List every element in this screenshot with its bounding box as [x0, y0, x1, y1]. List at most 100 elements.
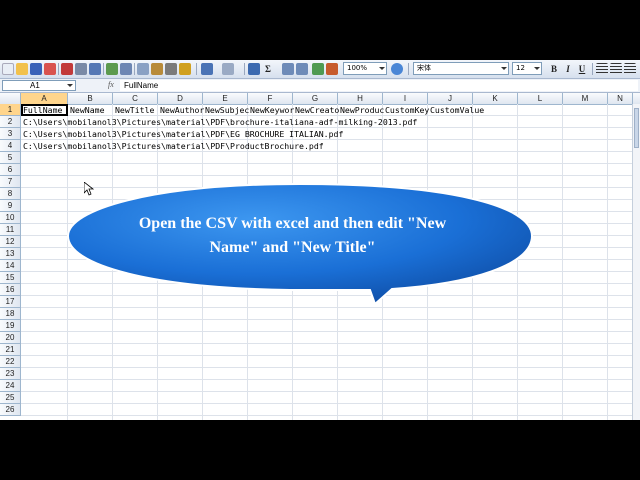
cell-a3[interactable]: C:\Users\mobilanol3\Pictures\material\PD… [22, 128, 623, 140]
undo-icon[interactable] [201, 63, 213, 75]
print-preview-icon[interactable] [75, 63, 87, 75]
formula-bar: A1 fx FullName [0, 79, 640, 93]
cell-b1[interactable]: NewName [69, 104, 114, 116]
autosum-icon[interactable]: Σ [262, 63, 274, 75]
sort-ascending-icon[interactable] [282, 63, 294, 75]
row-header-16[interactable]: 16 [0, 284, 21, 296]
column-header-k[interactable]: K [473, 93, 518, 104]
open-icon[interactable] [16, 63, 28, 75]
column-header-g[interactable]: G [293, 93, 338, 104]
column-header-i[interactable]: I [383, 93, 428, 104]
cell-h1[interactable]: NewProduc [339, 104, 384, 116]
select-all-corner[interactable] [0, 93, 21, 104]
column-header-j[interactable]: J [428, 93, 473, 104]
paste-icon[interactable] [151, 63, 163, 75]
callout-line-1: Open the CSV with excel and then edit "N… [138, 215, 447, 232]
name-box-value: A1 [30, 81, 40, 90]
research-icon[interactable] [106, 63, 118, 75]
cell-f1[interactable]: NewKeywor [249, 104, 294, 116]
excel-window: Σ 100% 宋体 12 B I U A1 fx FullName ABCDEF… [0, 60, 640, 420]
row-header-1[interactable]: 1 [0, 104, 21, 116]
redo-icon[interactable] [222, 63, 234, 75]
font-size-select[interactable]: 12 [512, 62, 542, 75]
row-header-13[interactable]: 13 [0, 248, 21, 260]
cell-a2[interactable]: C:\Users\mobilanol3\Pictures\material\PD… [22, 116, 623, 128]
scroll-thumb[interactable] [634, 108, 639, 148]
callout-line-2: Name" and "New Title" [209, 239, 376, 256]
row-header-6[interactable]: 6 [0, 164, 21, 176]
align-center-icon[interactable] [610, 63, 622, 75]
format-painter-icon[interactable] [179, 63, 191, 75]
column-header-f[interactable]: F [248, 93, 293, 104]
align-left-icon[interactable] [596, 63, 608, 75]
standard-toolbar: Σ 100% 宋体 12 B I U [0, 60, 640, 79]
function-icon[interactable]: fx [108, 80, 114, 89]
name-box[interactable]: A1 [2, 80, 76, 91]
active-cell-selection[interactable] [21, 104, 68, 116]
column-header-d[interactable]: D [158, 93, 203, 104]
row-header-15[interactable]: 15 [0, 272, 21, 284]
row-header-23[interactable]: 23 [0, 368, 21, 380]
chart-wizard-icon[interactable] [312, 63, 324, 75]
sort-descending-icon[interactable] [296, 63, 308, 75]
print-icon[interactable] [61, 63, 73, 75]
bold-button[interactable]: B [548, 63, 560, 75]
column-header-a[interactable]: A [21, 93, 68, 104]
row-header-3[interactable]: 3 [0, 128, 21, 140]
row-header-25[interactable]: 25 [0, 392, 21, 404]
column-header-m[interactable]: M [563, 93, 608, 104]
row-header-2[interactable]: 2 [0, 116, 21, 128]
italic-button[interactable]: I [562, 63, 574, 75]
row-header-8[interactable]: 8 [0, 188, 21, 200]
formula-input[interactable]: FullName [120, 80, 638, 91]
underline-button[interactable]: U [576, 63, 588, 75]
row-header-19[interactable]: 19 [0, 320, 21, 332]
cell-i1[interactable]: CustomKey [384, 104, 429, 116]
column-header-c[interactable]: C [113, 93, 158, 104]
cell-d1[interactable]: NewAuthor [159, 104, 204, 116]
row-header-5[interactable]: 5 [0, 152, 21, 164]
save-icon[interactable] [30, 63, 42, 75]
row-header-20[interactable]: 20 [0, 332, 21, 344]
column-header-e[interactable]: E [203, 93, 248, 104]
new-icon[interactable] [2, 63, 14, 75]
column-header-l[interactable]: L [518, 93, 563, 104]
copy-icon[interactable] [137, 63, 149, 75]
vertical-scrollbar[interactable] [632, 104, 640, 420]
column-header-h[interactable]: H [338, 93, 383, 104]
row-header-9[interactable]: 9 [0, 200, 21, 212]
row-header-21[interactable]: 21 [0, 344, 21, 356]
row-header-7[interactable]: 7 [0, 176, 21, 188]
cell-e1[interactable]: NewSubjec [204, 104, 249, 116]
row-header-22[interactable]: 22 [0, 356, 21, 368]
cell-j1[interactable]: CustomValue [429, 104, 520, 116]
zoom-select[interactable]: 100% [343, 62, 387, 75]
permission-icon[interactable] [44, 63, 56, 75]
paste-options-icon[interactable] [165, 63, 177, 75]
align-right-icon[interactable] [624, 63, 636, 75]
font-name-select[interactable]: 宋体 [413, 62, 509, 75]
help-icon[interactable] [391, 63, 403, 75]
row-header-4[interactable]: 4 [0, 140, 21, 152]
row-header-14[interactable]: 14 [0, 260, 21, 272]
column-header-b[interactable]: B [68, 93, 113, 104]
hyperlink-icon[interactable] [248, 63, 260, 75]
cut-icon[interactable] [120, 63, 132, 75]
row-header-11[interactable]: 11 [0, 224, 21, 236]
cell-g1[interactable]: NewCreato [294, 104, 339, 116]
font-name-value: 宋体 [417, 64, 431, 72]
column-header-n[interactable]: N [608, 93, 633, 104]
font-size-value: 12 [516, 64, 525, 72]
row-header-12[interactable]: 12 [0, 236, 21, 248]
row-header-26[interactable]: 26 [0, 404, 21, 416]
mouse-cursor-icon [84, 182, 94, 196]
cell-a4[interactable]: C:\Users\mobilanol3\Pictures\material\PD… [22, 140, 623, 152]
row-header-17[interactable]: 17 [0, 296, 21, 308]
row-header-10[interactable]: 10 [0, 212, 21, 224]
cell-c1[interactable]: NewTitle [114, 104, 159, 116]
callout-text: Open the CSV with excel and then edit "N… [120, 212, 465, 260]
row-header-24[interactable]: 24 [0, 380, 21, 392]
row-header-18[interactable]: 18 [0, 308, 21, 320]
spelling-icon[interactable] [89, 63, 101, 75]
drawing-icon[interactable] [326, 63, 338, 75]
